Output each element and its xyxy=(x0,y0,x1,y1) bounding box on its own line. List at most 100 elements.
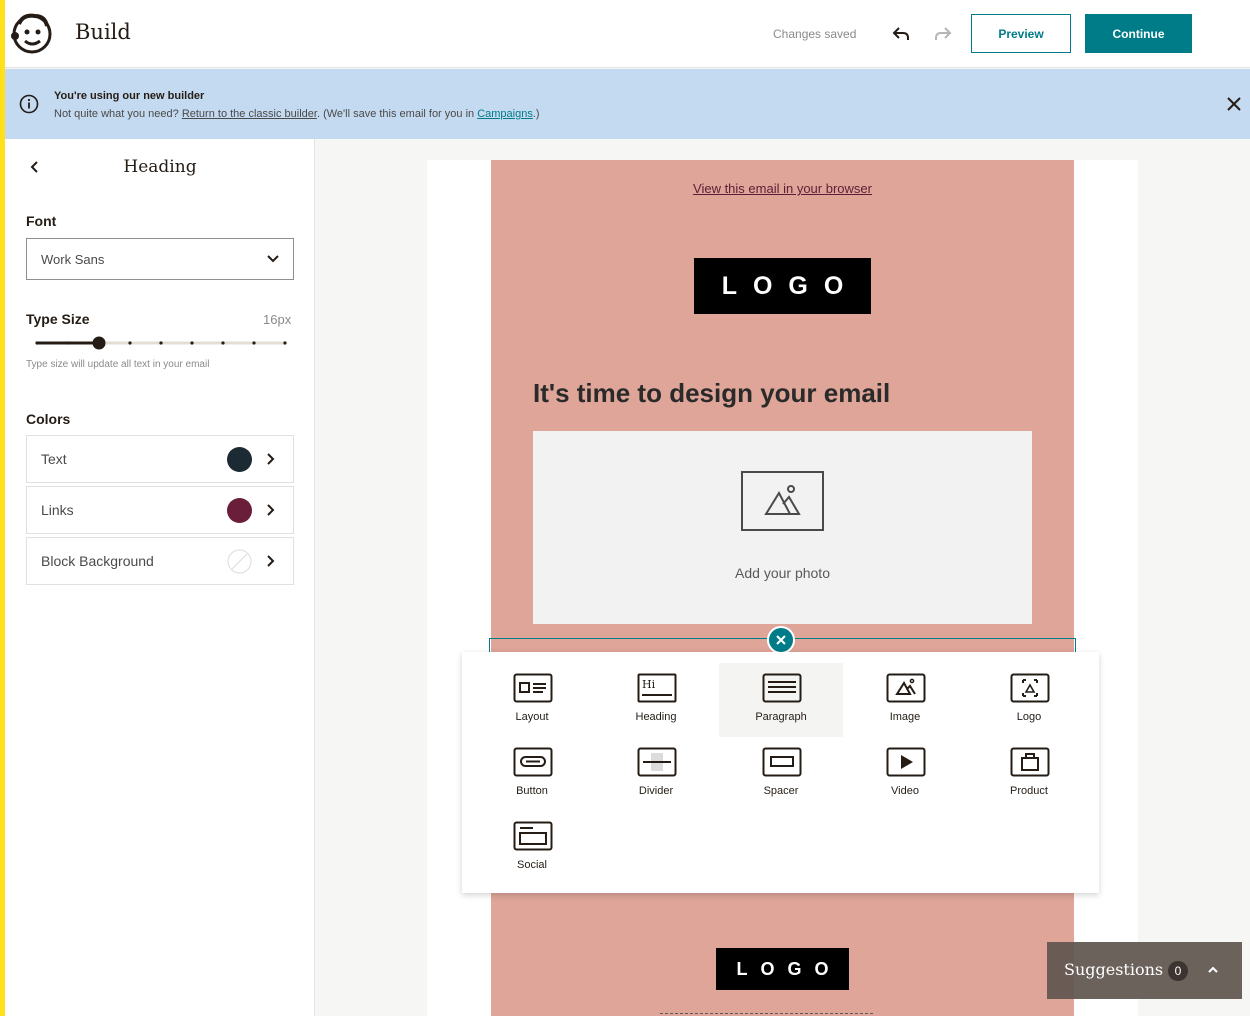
type-size-label: Type Size xyxy=(26,311,90,327)
footer-divider xyxy=(660,1013,873,1015)
block-logo[interactable]: Logo xyxy=(967,663,1091,737)
classic-builder-link[interactable]: Return to the classic builder xyxy=(182,108,317,120)
heading-icon: Hi xyxy=(637,673,677,703)
layout-icon xyxy=(513,673,553,703)
campaigns-link[interactable]: Campaigns xyxy=(477,108,533,120)
no-color-swatch-icon[interactable] xyxy=(227,549,252,574)
email-heading[interactable]: It's time to design your email xyxy=(533,378,890,409)
block-label: Video xyxy=(891,785,919,797)
color-row-label: Block Background xyxy=(41,553,154,569)
font-select-value: Work Sans xyxy=(41,251,105,267)
color-row-text[interactable]: Text xyxy=(26,435,294,483)
block-product[interactable]: Product xyxy=(967,737,1091,811)
colors-label: Colors xyxy=(26,411,71,427)
block-label: Layout xyxy=(515,711,549,723)
slider-step-dot[interactable] xyxy=(159,341,163,345)
block-image[interactable]: Image xyxy=(843,663,967,737)
product-icon xyxy=(1010,747,1050,777)
block-divider[interactable]: Divider xyxy=(594,737,718,811)
paragraph-icon xyxy=(762,673,802,703)
view-in-browser-link[interactable]: View this email in your browser xyxy=(491,181,1074,196)
mailchimp-logo-icon[interactable] xyxy=(9,10,55,56)
svg-text:Hi: Hi xyxy=(642,678,656,691)
slider-step-dot[interactable] xyxy=(128,341,132,345)
block-social[interactable]: Social xyxy=(470,811,594,885)
block-label: Heading xyxy=(635,711,677,723)
chevron-down-icon xyxy=(267,255,279,263)
chevron-right-icon xyxy=(267,504,275,516)
font-label: Font xyxy=(26,213,57,229)
close-icon xyxy=(776,635,786,645)
slider-step-dot[interactable] xyxy=(35,341,39,345)
image-icon xyxy=(886,673,926,703)
undo-button[interactable] xyxy=(889,22,913,46)
block-label: Divider xyxy=(638,785,674,797)
block-label: Button xyxy=(516,785,548,797)
video-icon xyxy=(886,747,926,777)
block-label: Social xyxy=(517,859,547,871)
spacer-icon xyxy=(762,747,802,777)
block-label: Image xyxy=(889,711,921,723)
links-color-swatch[interactable] xyxy=(227,498,252,523)
font-select[interactable]: Work Sans xyxy=(26,238,294,280)
banner-text-before: Not quite what you need? xyxy=(54,108,182,120)
slider-step-dot[interactable] xyxy=(283,341,287,345)
banner-title: You're using our new builder xyxy=(54,90,205,102)
banner-text-after: .) xyxy=(532,108,540,120)
block-label: Spacer xyxy=(763,785,799,797)
close-icon[interactable] xyxy=(1225,95,1243,113)
top-bar: Build Changes saved Preview Continue xyxy=(5,0,1250,68)
suggestions-panel-toggle[interactable]: Suggestions 0 xyxy=(1047,942,1242,999)
color-row-label: Text xyxy=(41,451,67,467)
block-label: Logo xyxy=(1016,711,1042,723)
slider-step-dot[interactable] xyxy=(66,341,70,345)
block-label: Product xyxy=(1010,785,1048,797)
color-row-links[interactable]: Links xyxy=(26,486,294,534)
chevron-right-icon xyxy=(267,555,275,567)
block-video[interactable]: Video xyxy=(843,737,967,811)
info-icon xyxy=(19,94,39,114)
brand-stripe xyxy=(0,0,5,1016)
page-title: Build xyxy=(75,20,131,44)
photo-label: Add your photo xyxy=(735,565,830,581)
text-color-swatch[interactable] xyxy=(227,447,252,472)
new-builder-banner: You're using our new builder Not quite w… xyxy=(5,69,1250,139)
save-status: Changes saved xyxy=(773,27,857,41)
type-size-hint: Type size will update all text in your e… xyxy=(26,359,210,370)
suggestions-count-badge: 0 xyxy=(1168,961,1188,981)
block-paragraph[interactable]: Paragraph xyxy=(719,663,843,737)
close-block-picker-button[interactable] xyxy=(767,626,795,654)
preview-button[interactable]: Preview xyxy=(971,14,1071,53)
email-footer-logo[interactable]: LOGO xyxy=(716,948,849,990)
color-row-label: Links xyxy=(41,502,74,518)
continue-button[interactable]: Continue xyxy=(1085,14,1192,53)
block-layout[interactable]: Layout xyxy=(470,663,594,737)
block-picker: Layout Hi Heading Paragraph Image Logo B… xyxy=(462,652,1099,893)
color-row-block-background[interactable]: Block Background xyxy=(26,537,294,585)
divider-icon xyxy=(637,747,677,777)
suggestions-label: Suggestions xyxy=(1064,960,1164,979)
block-spacer[interactable]: Spacer xyxy=(719,737,843,811)
image-placeholder-icon xyxy=(741,471,824,531)
banner-text-middle: . (We'll save this email for you in xyxy=(316,108,478,120)
redo-button[interactable] xyxy=(931,22,955,46)
slider-handle[interactable] xyxy=(92,336,106,350)
chevron-right-icon xyxy=(267,453,275,465)
photo-placeholder[interactable]: Add your photo xyxy=(533,431,1032,624)
style-sidebar: Heading Font Work Sans Type Size 16px Ty… xyxy=(5,139,315,1016)
redo-icon xyxy=(935,27,952,40)
block-heading[interactable]: Hi Heading xyxy=(594,663,718,737)
sidebar-title: Heading xyxy=(123,157,197,177)
block-label: Paragraph xyxy=(755,711,807,723)
chevron-up-icon xyxy=(1208,966,1218,973)
undo-icon xyxy=(892,27,909,40)
slider-step-dot[interactable] xyxy=(221,341,225,345)
slider-step-dot[interactable] xyxy=(252,341,256,345)
email-logo[interactable]: LOGO xyxy=(694,258,871,314)
button-icon xyxy=(513,747,553,777)
type-size-value: 16px xyxy=(263,312,292,327)
type-size-slider[interactable] xyxy=(33,335,289,351)
logo-icon xyxy=(1010,673,1050,703)
slider-step-dot[interactable] xyxy=(190,341,194,345)
block-button[interactable]: Button xyxy=(470,737,594,811)
